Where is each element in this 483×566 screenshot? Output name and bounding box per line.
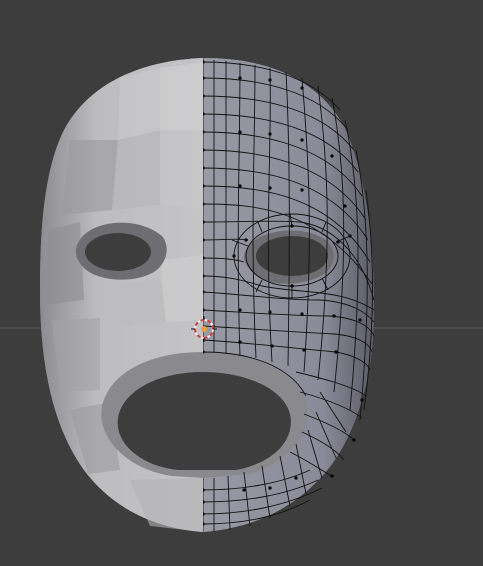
mask-solid-half (40, 58, 203, 532)
3d-viewport[interactable] (0, 0, 483, 566)
mask-wireframe-half[interactable] (201, 58, 375, 532)
mask-mesh[interactable] (40, 58, 375, 532)
viewport-canvas[interactable] (0, 0, 483, 566)
